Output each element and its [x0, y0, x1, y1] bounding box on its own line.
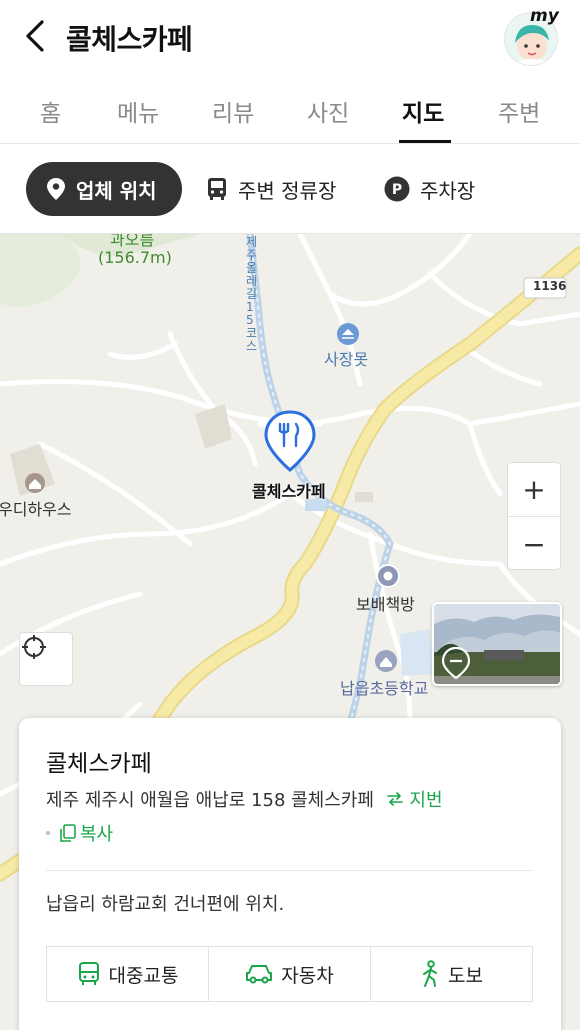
- tab-bar: 홈 메뉴 리뷰 사진 지도 주변: [0, 76, 580, 144]
- place-info-card: 콜체스카페 제주 제주시 애월읍 애납로 158 콜체스카페 지번 복사 납읍리…: [19, 718, 561, 1030]
- filter-nearby-stops[interactable]: 주변 정류장: [206, 162, 336, 216]
- mode-public-transit[interactable]: 대중교통: [47, 947, 209, 1001]
- jibun-toggle[interactable]: 지번: [386, 790, 443, 811]
- guesthouse-label: 우디하우스: [0, 500, 72, 519]
- chevron-left-icon: [26, 20, 44, 52]
- filter-parking[interactable]: P 주차장: [384, 162, 475, 216]
- page-title: 콜체스카페: [66, 23, 193, 56]
- tab-home[interactable]: 홈: [40, 94, 61, 128]
- back-button[interactable]: [18, 16, 54, 56]
- card-divider: [46, 870, 533, 871]
- swap-arrows-icon: [386, 792, 403, 806]
- tab-menu[interactable]: 메뉴: [117, 94, 159, 128]
- oreum-height-label: (156.7m): [98, 248, 172, 267]
- mode-walk[interactable]: 도보: [371, 947, 532, 1001]
- walk-icon: [423, 960, 438, 987]
- school-label: 납읍초등학교: [340, 679, 429, 698]
- place-description: 납읍리 하람교회 건너편에 위치.: [46, 894, 285, 915]
- map-filter-bar: 업체 위치 주변 정류장 P 주차장: [0, 144, 580, 234]
- svg-text:P: P: [392, 182, 402, 198]
- zoom-out-button[interactable]: −: [508, 517, 560, 571]
- tab-map[interactable]: 지도: [402, 94, 444, 128]
- app-header: 콜체스카페 my: [0, 0, 580, 76]
- transport-mode-selector: 대중교통 자동차 도보: [46, 946, 533, 1002]
- street-view-thumbnail[interactable]: [432, 602, 562, 686]
- zoom-control: + −: [507, 462, 561, 570]
- filter-business-location[interactable]: 업체 위치: [26, 162, 182, 216]
- tab-photos[interactable]: 사진: [307, 94, 349, 128]
- current-location-button[interactable]: [19, 632, 73, 686]
- place-name: 콜체스카페: [46, 751, 152, 777]
- separator-dot: [46, 831, 50, 835]
- map-pin-icon: [47, 178, 65, 200]
- road-number-label: 1136: [533, 279, 567, 293]
- bus-icon: [208, 178, 226, 200]
- crosshair-icon: [22, 635, 46, 659]
- road-address: 제주 제주시 애월읍 애납로 158 콜체스카페: [46, 790, 374, 811]
- copy-icon: [60, 824, 76, 842]
- olle-route-label: 제주올레길15코스: [246, 235, 258, 353]
- parking-icon: P: [384, 176, 410, 202]
- cafe-map-label[interactable]: 콜체스카페: [252, 478, 326, 502]
- my-badge: my: [530, 6, 559, 26]
- tab-nearby[interactable]: 주변: [498, 94, 540, 128]
- tab-reviews[interactable]: 리뷰: [212, 94, 254, 128]
- bus-icon: [78, 962, 99, 985]
- street-view-photo: [434, 604, 560, 684]
- place-address: 제주 제주시 애월읍 애납로 158 콜체스카페 지번: [46, 786, 443, 812]
- pond-label: 사장못: [324, 350, 369, 369]
- copy-address-button[interactable]: 복사: [46, 820, 113, 846]
- mode-car[interactable]: 자동차: [209, 947, 371, 1001]
- car-icon: [246, 965, 273, 984]
- zoom-in-button[interactable]: +: [508, 463, 560, 517]
- bookstore-label: 보배책방: [356, 595, 415, 614]
- active-tab-indicator: [399, 140, 451, 143]
